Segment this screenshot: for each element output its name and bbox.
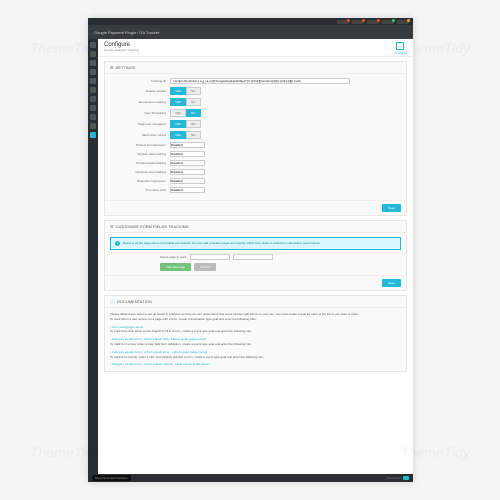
sidebar-item-dashboard[interactable]: [90, 42, 96, 48]
sidebar-item-prefs[interactable]: [90, 114, 96, 120]
select-input[interactable]: Disabled: [170, 178, 205, 184]
form-row: Checkout step trackingDisabled: [110, 169, 401, 175]
configure-button[interactable]: Configure: [394, 42, 407, 53]
text-input[interactable]: <script>(function(i,s,o,g,r,a,m){i['Goog…: [170, 78, 350, 84]
field-label: Send order refund: [110, 133, 170, 137]
form-row: Enable moduleYESNO: [110, 87, 401, 95]
forms-panel: ☰ CUSTOMIZE FORM FIELDS TRACKING Below i…: [104, 220, 407, 291]
sidebar-item-stats[interactable]: [90, 78, 96, 84]
form-row: Track user navigationYESNO: [110, 120, 401, 128]
notif-badge[interactable]: [397, 20, 409, 24]
form-row: Product detail trackingDisabled: [110, 160, 401, 166]
save-button[interactable]: Save: [382, 279, 401, 287]
field-label: User ID tracking: [110, 111, 170, 115]
sidebar-item-modules[interactable]: [90, 87, 96, 93]
footer-bar: Recommended Modules Connect to: [88, 474, 413, 482]
field-label: Checkout step tracking: [110, 170, 170, 174]
page-subtitle: Google Analytics Tracking: [104, 48, 139, 52]
sidebar-item-params[interactable]: [90, 123, 96, 129]
form-row: Send order refundYESNO: [110, 131, 401, 139]
page-select-2[interactable]: [233, 254, 273, 260]
field-label: Product click tracking: [110, 152, 170, 156]
toggle-switch[interactable]: YESNO: [170, 87, 201, 95]
doc-line: To track form submit: when a user succes…: [110, 355, 401, 360]
field-label: Enable module: [110, 89, 170, 93]
notif-badge[interactable]: [352, 20, 364, 24]
form-row: Promotion clickDisabled: [110, 187, 401, 193]
select-input[interactable]: Disabled: [170, 142, 205, 148]
save-button[interactable]: Save: [382, 204, 401, 212]
panel-heading: ⚙ SETTINGS: [105, 62, 406, 74]
info-alert: Below is all the page where form fields …: [110, 237, 401, 250]
field-label: Ecommerce tracking: [110, 100, 170, 104]
sidebar-item-orders[interactable]: [90, 51, 96, 57]
settings-panel: ⚙ SETTINGS Tracking ID<script>(function(…: [104, 61, 407, 216]
add-page-button[interactable]: Add new page: [160, 263, 191, 271]
notif-badge[interactable]: [367, 20, 379, 24]
doc-line: › Category equals Form · Action equals S…: [110, 362, 401, 367]
field-label: Track user navigation: [110, 122, 170, 126]
toggle-switch[interactable]: YESNO: [170, 98, 201, 106]
select-input[interactable]: Disabled: [170, 160, 205, 166]
sidebar-item-customers[interactable]: [90, 69, 96, 75]
doc-line: To track when a user arrives on a page w…: [110, 317, 401, 322]
field-label: Promotion click: [110, 188, 170, 192]
page-select[interactable]: [190, 254, 230, 260]
toggle-switch[interactable]: YESNO: [170, 131, 201, 139]
sidebar-item-catalog[interactable]: [90, 60, 96, 66]
field-label: Product list impression: [110, 143, 170, 147]
sidebar-item-local[interactable]: [90, 105, 96, 111]
selector-label: Select page to track: [160, 255, 187, 259]
top-badges-bar: [88, 18, 413, 25]
select-input[interactable]: Disabled: [170, 169, 205, 175]
select-input[interactable]: Disabled: [170, 187, 205, 193]
notif-badge[interactable]: [337, 20, 349, 24]
field-label: Promotion impression: [110, 179, 170, 183]
select-input[interactable]: Disabled: [170, 151, 205, 157]
cancel-button[interactable]: Cancel: [194, 263, 215, 271]
sidebar-item-shipping[interactable]: [90, 96, 96, 102]
toggle-switch[interactable]: YESNO: [170, 120, 201, 128]
title-bar: Google Payment Plugin / GA Tracker: [88, 25, 413, 39]
notif-badge[interactable]: [382, 20, 394, 24]
doc-panel: 📄 DOCUMENTATION Please follow these step…: [104, 295, 407, 372]
form-row: Product click trackingDisabled: [110, 151, 401, 157]
doc-line: To track form visit: when a user begins …: [110, 329, 401, 334]
app-window: Google Payment Plugin / GA Tracker Confi…: [88, 18, 413, 482]
form-row: Promotion impressionDisabled: [110, 178, 401, 184]
page-header: Configure Google Analytics Tracking Conf…: [98, 39, 413, 57]
panel-heading: 📄 DOCUMENTATION: [105, 296, 406, 308]
panel-heading: ☰ CUSTOMIZE FORM FIELDS TRACKING: [105, 221, 406, 233]
toggle-switch[interactable]: YESNO: [170, 109, 201, 117]
form-row: Product list impressionDisabled: [110, 142, 401, 148]
footer-right: Connect to: [386, 476, 409, 480]
doc-line: To track form errors: when a user fails …: [110, 342, 401, 347]
sidebar-item-active[interactable]: [90, 132, 96, 138]
form-row: User ID trackingYESNO: [110, 109, 401, 117]
form-row: Ecommerce trackingYESNO: [110, 98, 401, 106]
footer-left[interactable]: Recommended Modules: [92, 475, 131, 481]
field-label: Tracking ID: [110, 79, 170, 83]
sidebar: [88, 39, 98, 474]
field-label: Product detail tracking: [110, 161, 170, 165]
form-row: Tracking ID<script>(function(i,s,o,g,r,a…: [110, 78, 401, 84]
main-content: Configure Google Analytics Tracking Conf…: [98, 39, 413, 474]
